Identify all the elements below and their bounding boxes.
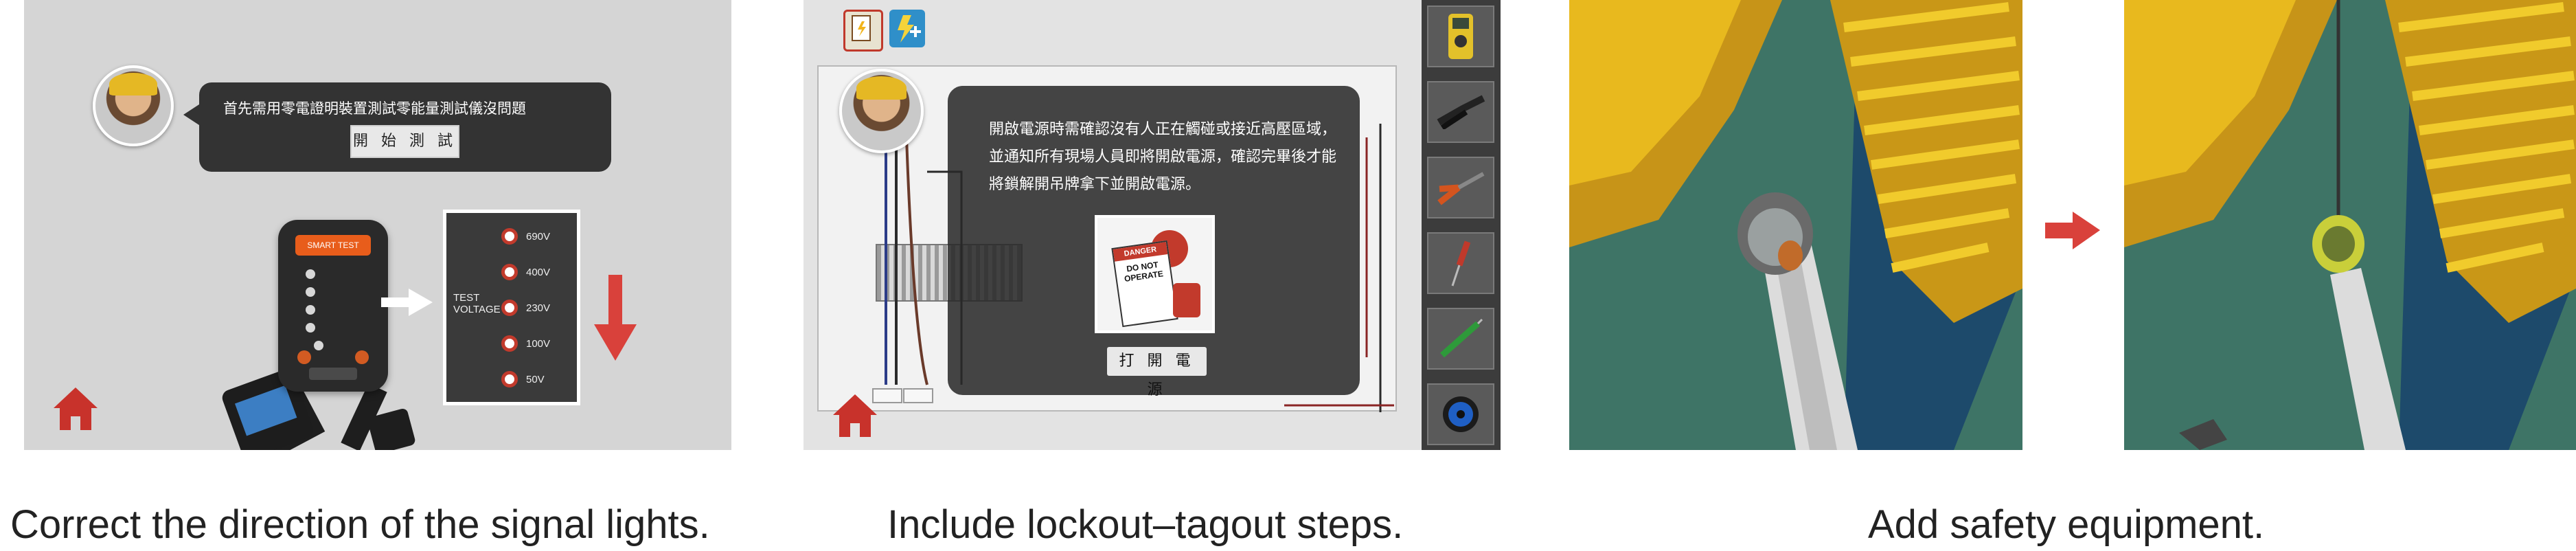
start-test-button[interactable]: 開 始 測 試 xyxy=(350,125,459,158)
tool-pliers[interactable] xyxy=(1427,157,1494,218)
caption-lockout-tagout: Include lockout–tagout steps. xyxy=(887,502,1404,547)
tool-cable-reel[interactable] xyxy=(1427,383,1494,445)
lockout-tag-image: DANGER DO NOT OPERATE xyxy=(1095,215,1215,333)
tower-climb-scene-after xyxy=(2124,0,2576,450)
tool-voltage-tester[interactable] xyxy=(1427,308,1494,370)
worker-avatar xyxy=(839,69,924,153)
pliers-icon xyxy=(1437,172,1485,205)
worker-after-screenshot xyxy=(2124,0,2576,450)
multimeter-icon xyxy=(1448,14,1473,59)
voltage-tester-icon xyxy=(1440,318,1483,358)
caption-safety-equipment: Add safety equipment. xyxy=(1868,502,2265,547)
voltage-level-690: 690V xyxy=(501,228,550,245)
voltage-level-230: 230V xyxy=(501,300,550,316)
home-icon[interactable] xyxy=(52,385,100,433)
worker-before-screenshot xyxy=(1569,0,2022,450)
dialog-line-3: 將鎖解開吊牌拿下並開啟電源。 xyxy=(989,176,1201,193)
voltage-indicator-panel: TEST VOLTAGE 690V 400V 230V 100V 50V xyxy=(443,210,580,405)
tag-danger: DANGER xyxy=(1113,242,1168,262)
wire-stripper-icon xyxy=(1437,95,1485,129)
indicator-light-icon xyxy=(501,300,518,316)
tool-sidebar xyxy=(1422,0,1501,450)
zero-energy-tester[interactable]: SMART TEST xyxy=(278,220,388,392)
signal-light-screenshot: 首先需用零電證明裝置測試零能量測試儀沒問題 開 始 測 試 SMART TEST… xyxy=(24,0,731,450)
clipboard-icon[interactable] xyxy=(843,10,883,52)
indicator-light-icon xyxy=(501,264,518,280)
power-on-button[interactable]: 打 開 電 源 xyxy=(1107,347,1207,398)
lockout-dialog: 開啟電源時需確認沒有人正在觸碰或接近高壓區域， 並通知所有現場人員即將開啟電源，… xyxy=(948,86,1360,398)
voltage-level-50: 50V xyxy=(501,371,545,387)
instruction-bubble: 首先需用零電證明裝置測試零能量測試儀沒問題 開 始 測 試 xyxy=(199,82,611,172)
dialog-line-1: 開啟電源時需確認沒有人正在觸碰或接近高壓區域， xyxy=(989,121,1337,138)
tool-wire-stripper[interactable] xyxy=(1427,81,1494,143)
right-arrow-icon xyxy=(381,289,433,316)
tester-logo: SMART TEST xyxy=(295,235,371,256)
caption-signal-lights: Correct the direction of the signal ligh… xyxy=(10,502,710,547)
bubble-pointer xyxy=(183,103,201,126)
voltage-level-400: 400V xyxy=(501,264,550,280)
home-icon[interactable] xyxy=(831,392,879,440)
voltage-level-100: 100V xyxy=(501,335,550,352)
dialog-line-2: 並通知所有現場人員即將開啟電源，確認完畢後才能 xyxy=(989,148,1337,166)
down-arrow-icon xyxy=(594,275,637,361)
red-right-arrow-icon xyxy=(2045,212,2100,249)
indicator-light-icon xyxy=(501,335,518,352)
screwdriver-icon xyxy=(1451,240,1471,286)
indicator-light-icon xyxy=(501,371,518,387)
tool-multimeter[interactable] xyxy=(1427,5,1494,67)
worker-avatar xyxy=(93,65,174,146)
cable-reel-icon xyxy=(1443,396,1479,432)
power-tester-icon[interactable] xyxy=(889,10,925,47)
indicator-light-icon xyxy=(501,228,518,245)
test-voltage-label: TEST VOLTAGE xyxy=(453,292,501,315)
instruction-text: 首先需用零電證明裝置測試零能量測試儀沒問題 xyxy=(223,100,526,117)
tool-screwdriver[interactable] xyxy=(1427,232,1494,294)
tower-climb-scene-before xyxy=(1569,0,2022,450)
lockout-tagout-screenshot: 開啟電源時需確認沒有人正在觸碰或接近高壓區域， 並通知所有現場人員即將開啟電源，… xyxy=(803,0,1501,450)
